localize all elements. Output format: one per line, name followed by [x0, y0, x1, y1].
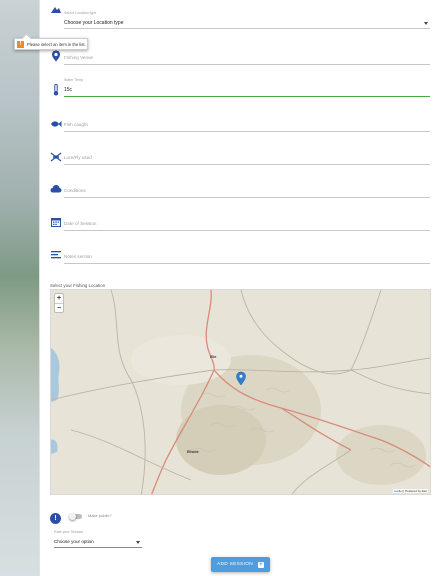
- location-type-underline: [64, 28, 430, 29]
- map-label: Select your Fishing Location: [50, 283, 106, 288]
- tooltip-message: Please select an item in the list.: [27, 41, 86, 47]
- conditions-field[interactable]: Conditions: [64, 183, 430, 199]
- cloud-icon: [50, 183, 62, 195]
- location-type-select[interactable]: Select Location type Choose your Locatio…: [64, 11, 430, 29]
- venue-field[interactable]: Fishing Venue: [64, 50, 430, 66]
- map-attribution: Leaflet | Powered by Esri: [392, 489, 428, 493]
- water-temp-underline: [64, 96, 430, 97]
- fish-icon: [50, 118, 62, 130]
- venue-underline: [64, 64, 430, 65]
- venue-placeholder: Fishing Venue: [64, 55, 94, 60]
- map-town-label: Elie: [210, 355, 217, 359]
- rate-session-label: Rate your Session: [54, 530, 84, 534]
- map-tiles: [51, 290, 430, 494]
- location-type-value: Choose your Location type: [64, 20, 124, 26]
- notes-field[interactable]: Notes section: [64, 249, 430, 265]
- validation-tooltip: ! Please select an item in the list.: [14, 38, 88, 50]
- map-town-label: Ellside: [187, 450, 199, 454]
- public-toggle-label: Make public?: [88, 513, 112, 518]
- esri-attribution: | Powered by Esri: [402, 489, 427, 493]
- rate-session-select[interactable]: Rate your Session Choose your option: [54, 530, 142, 548]
- date-placeholder: Date of Session: [64, 221, 97, 226]
- add-session-label: ADD SESSION: [216, 562, 254, 567]
- public-toggle[interactable]: [69, 512, 82, 520]
- chevron-down-icon: [136, 541, 140, 544]
- water-temp-label: Water Temp: [64, 78, 84, 82]
- date-underline: [64, 230, 430, 231]
- warning-icon: !: [17, 40, 24, 48]
- water-temp-value: 15c: [64, 87, 73, 93]
- conditions-underline: [64, 197, 430, 198]
- zoom-out-button[interactable]: −: [55, 303, 63, 312]
- info-icon[interactable]: !: [50, 513, 61, 524]
- fish-caught-field[interactable]: Fish caught: [64, 117, 430, 133]
- fly-lure-icon: [50, 151, 62, 163]
- add-session-button[interactable]: ADD SESSION +: [211, 557, 270, 572]
- location-type-label: Select Location type: [64, 11, 97, 15]
- conditions-placeholder: Conditions: [64, 188, 86, 193]
- zoom-control: + −: [54, 293, 64, 313]
- fish-caught-underline: [64, 131, 430, 132]
- zoom-in-button[interactable]: +: [55, 294, 63, 303]
- lure-placeholder: Lure/Fly used: [64, 155, 92, 160]
- location-map[interactable]: Elie Ellside + − Leaflet | Powered by Es…: [50, 289, 431, 495]
- rate-session-value: Choose your option: [54, 539, 94, 544]
- calendar-icon: [50, 216, 62, 228]
- rate-session-underline: [54, 547, 142, 548]
- location-type-icon: [50, 3, 62, 15]
- notes-icon: [50, 249, 62, 261]
- fish-caught-placeholder: Fish caught: [64, 122, 88, 127]
- date-field[interactable]: Date of Session: [64, 216, 430, 232]
- thermometer-icon: [50, 84, 62, 96]
- lure-underline: [64, 164, 430, 165]
- notes-placeholder: Notes section: [64, 254, 92, 259]
- toggle-knob: [69, 512, 76, 520]
- water-temp-field[interactable]: Water Temp 15c: [64, 78, 430, 98]
- plus-icon: +: [258, 561, 265, 568]
- notes-underline: [64, 263, 430, 264]
- map-pin-icon: [50, 50, 62, 62]
- chevron-down-icon: [424, 22, 428, 25]
- leaflet-link[interactable]: Leaflet: [394, 489, 403, 493]
- background-image: [0, 0, 40, 576]
- lure-field[interactable]: Lure/Fly used: [64, 150, 430, 166]
